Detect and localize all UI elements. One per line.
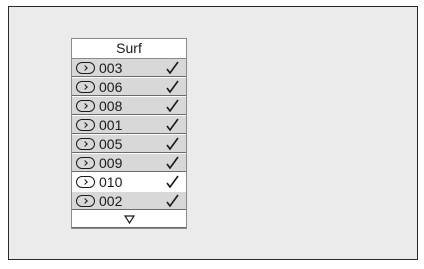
item-label: 008 bbox=[99, 98, 123, 114]
item-label: 002 bbox=[99, 193, 123, 209]
list-item[interactable]: 009 bbox=[72, 154, 186, 173]
tv-screen: Surf 003 006 008 001 005 009 010 002 bbox=[8, 6, 418, 260]
surf-menu: Surf 003 006 008 001 005 009 010 002 bbox=[71, 38, 187, 229]
item-label: 005 bbox=[99, 136, 123, 152]
list-item[interactable]: 005 bbox=[72, 135, 186, 154]
item-label: 006 bbox=[99, 79, 123, 95]
right-arrow-button-icon bbox=[76, 157, 95, 169]
right-arrow-button-icon bbox=[76, 176, 95, 188]
item-label: 009 bbox=[99, 155, 123, 171]
checkmark-icon bbox=[166, 175, 179, 189]
list-item[interactable]: 002 bbox=[72, 192, 186, 211]
right-arrow-button-icon bbox=[76, 100, 95, 112]
menu-title: Surf bbox=[72, 39, 186, 59]
list-item-selected[interactable]: 010 bbox=[72, 173, 186, 192]
down-triangle-icon bbox=[123, 215, 135, 225]
scroll-down-indicator[interactable] bbox=[72, 211, 186, 228]
checkmark-icon bbox=[166, 80, 179, 94]
checkmark-icon bbox=[166, 61, 179, 75]
checkmark-icon bbox=[166, 99, 179, 113]
checkmark-icon bbox=[166, 194, 179, 208]
right-arrow-button-icon bbox=[76, 138, 95, 150]
list-item[interactable]: 001 bbox=[72, 116, 186, 135]
right-arrow-button-icon bbox=[76, 119, 95, 131]
right-arrow-button-icon bbox=[76, 81, 95, 93]
item-label: 003 bbox=[99, 60, 123, 76]
item-label: 001 bbox=[99, 117, 123, 133]
right-arrow-button-icon bbox=[76, 195, 95, 207]
list-item[interactable]: 008 bbox=[72, 97, 186, 116]
checkmark-icon bbox=[166, 156, 179, 170]
checkmark-icon bbox=[166, 137, 179, 151]
list-item[interactable]: 003 bbox=[72, 59, 186, 78]
list-item[interactable]: 006 bbox=[72, 78, 186, 97]
right-arrow-button-icon bbox=[76, 62, 95, 74]
item-label: 010 bbox=[99, 174, 123, 190]
checkmark-icon bbox=[166, 118, 179, 132]
